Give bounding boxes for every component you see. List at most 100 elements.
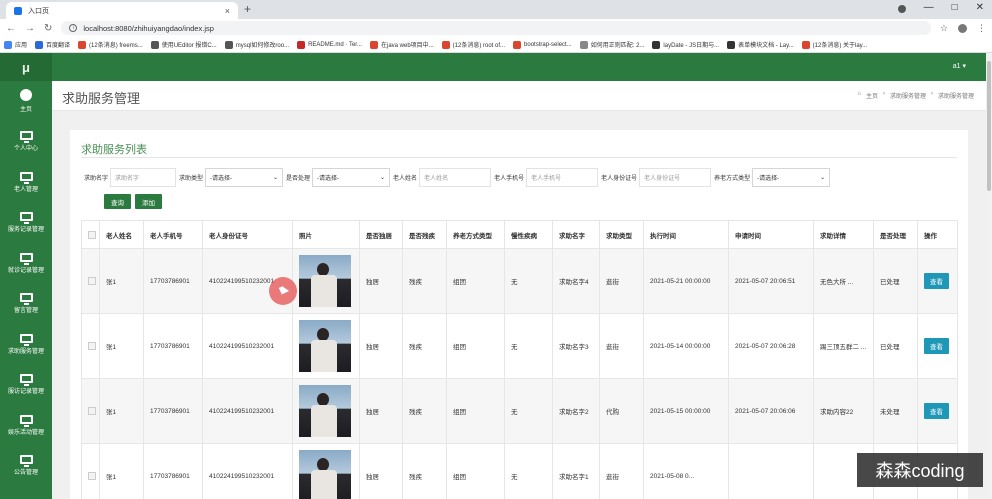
bookmark-item[interactable]: 表单模块文档 - Lay... [727, 40, 794, 49]
bookmark-apps[interactable]: 应用 [4, 40, 27, 49]
care-type-select[interactable]: -请选择- ⌄ [752, 167, 831, 187]
bookmark-item[interactable]: bootstrap-select... [513, 40, 572, 49]
sidebar-item-activities[interactable]: 娱乐活动管理 [0, 405, 52, 446]
tab-close-icon[interactable]: × [225, 6, 230, 16]
url-text: localhost:8080/zhihuiyangdao/index.jsp [83, 23, 214, 33]
breadcrumb-section[interactable]: 求助服务管理 [890, 91, 926, 100]
window-controls: — □ ✕ [897, 2, 984, 13]
monitor-icon [19, 293, 33, 306]
help-type-label: 求助类型 [179, 175, 204, 182]
back-icon[interactable]: ← [6, 23, 16, 34]
elder-name-input[interactable]: 老人姓名 [419, 167, 492, 187]
detail-cell: 无色大所 ... [813, 248, 874, 314]
browser-tab-bar: 入口页 × + — □ ✕ [0, 0, 992, 19]
bookmark-item[interactable]: 在java web项目中... [369, 40, 434, 49]
sidebar-item-home[interactable]: 主页 [0, 81, 52, 122]
row-checkbox[interactable] [88, 342, 96, 350]
page-scrollbar[interactable] [986, 53, 992, 499]
browser-tab[interactable]: 入口页 × [6, 2, 238, 19]
column-header: 求助详情 [813, 220, 874, 249]
user-menu[interactable]: a1 ▾ [953, 62, 966, 70]
action-buttons: 查询 添加 [104, 194, 162, 209]
help-name-input[interactable]: 求助名字 [110, 167, 177, 187]
maximize-icon[interactable]: □ [952, 2, 958, 13]
record-icon[interactable] [897, 5, 906, 13]
table-row: 张1 17703786901 410224199510232001 独居 残疾 … [81, 248, 958, 314]
column-header: 是否独居 [359, 220, 403, 249]
elder-phone-label: 老人手机号 [494, 175, 525, 182]
minimize-icon[interactable]: — [924, 2, 934, 13]
select-all-cell[interactable] [81, 220, 100, 249]
elder-photo [299, 255, 351, 307]
bookmark-star-icon[interactable]: ☆ [940, 23, 948, 34]
chevron-down-icon: ⌄ [820, 174, 826, 181]
bookmark-favicon-icon [579, 40, 588, 49]
disabled-cell: 残疾 [402, 443, 447, 499]
monitor-icon [19, 374, 33, 387]
disabled-cell: 残疾 [402, 313, 447, 379]
elder-id-input[interactable]: 老人身份证号 [639, 167, 712, 187]
bookmark-item[interactable]: README.md · Ter... [297, 40, 362, 49]
bookmark-item[interactable]: layDate - JS日期与... [652, 40, 719, 49]
add-button[interactable]: 添加 [135, 194, 162, 209]
elder-phone-input[interactable]: 老人手机号 [526, 167, 599, 187]
breadcrumb-home[interactable]: 主页 [866, 91, 878, 100]
bookmark-favicon-icon [801, 40, 810, 49]
new-tab-button[interactable]: + [244, 2, 251, 16]
close-window-icon[interactable]: ✕ [976, 2, 984, 13]
bookmark-item[interactable]: 如何用正则匹配: 2... [579, 40, 644, 49]
row-checkbox[interactable] [88, 472, 96, 480]
bookmark-item[interactable]: 百度翻译 [35, 40, 70, 49]
disabled-cell: 残疾 [402, 378, 447, 444]
column-header: 是否处理 [873, 220, 918, 249]
elder-name-cell: 张1 [99, 378, 144, 444]
apply-time-cell [728, 443, 814, 499]
sidebar-item-profile[interactable]: 个人中心 [0, 122, 52, 163]
forward-icon[interactable]: → [25, 23, 35, 34]
processed-label: 是否处理 [286, 175, 311, 182]
bookmark-favicon-icon [297, 40, 306, 49]
sidebar: μ 主页 个人中心 老人管理 服务记录管理 就诊记录管理 留言管理 求助服务管理… [0, 53, 52, 499]
sidebar-item-visit-records[interactable]: 服访记录管理 [0, 365, 52, 406]
bookmark-favicon-icon [369, 40, 378, 49]
apply-time-cell: 2021-05-07 20:06:51 [728, 248, 814, 314]
app-logo[interactable]: μ [0, 53, 52, 81]
url-field[interactable]: i localhost:8080/zhihuiyangdao/index.jsp [61, 21, 931, 35]
select-all-checkbox[interactable] [88, 230, 96, 239]
sidebar-item-service-records[interactable]: 服务记录管理 [0, 203, 52, 244]
sidebar-item-messages[interactable]: 留言管理 [0, 284, 52, 325]
sidebar-item-medical-records[interactable]: 就诊记录管理 [0, 243, 52, 284]
sidebar-item-help-services[interactable]: 求助服务管理 [0, 324, 52, 365]
row-checkbox[interactable] [88, 407, 96, 415]
processed-select[interactable]: -请选择- ⌄ [312, 167, 391, 187]
page-title: 求助服务管理 [62, 91, 141, 106]
home-icon: ⌂ [857, 91, 861, 97]
column-header: 老人姓名 [99, 220, 144, 249]
bookmark-item[interactable]: mysql如何修改roo... [224, 40, 289, 49]
query-button[interactable]: 查询 [104, 194, 131, 209]
bookmark-item[interactable]: (12条消息) 关于lay... [801, 40, 867, 49]
bookmark-item[interactable]: (12条消息) root of... [441, 40, 505, 49]
bookmark-item[interactable]: 使用UEditor 报错C... [150, 40, 217, 49]
profile-icon[interactable] [958, 23, 967, 33]
view-button[interactable]: 查看 [924, 273, 949, 289]
column-header: 是否残疾 [402, 220, 447, 249]
bookmark-favicon-icon [513, 40, 522, 49]
main-content: 求助服务列表 求助名字 求助名字 求助类型 -请选择- ⌄ 是否处理 -请选择- ⌄… [52, 111, 986, 499]
sidebar-item-announcements[interactable]: 公告管理 [0, 446, 52, 487]
reload-icon[interactable]: ↻ [44, 23, 52, 34]
phone-cell: 17703786901 [143, 313, 203, 379]
scrollbar-thumb[interactable] [987, 61, 991, 191]
site-info-icon[interactable]: i [69, 24, 78, 32]
alone-cell: 独居 [359, 313, 403, 379]
view-button[interactable]: 查看 [924, 338, 949, 354]
bookmark-item[interactable]: (12条消息) freems... [78, 40, 143, 49]
menu-icon[interactable]: ⋮ [977, 23, 986, 34]
sidebar-item-elders[interactable]: 老人管理 [0, 162, 52, 203]
processed-cell: 未处理 [873, 378, 918, 444]
apps-icon [4, 40, 12, 49]
help-type-select[interactable]: -请选择- ⌄ [205, 167, 284, 187]
row-checkbox[interactable] [88, 277, 96, 285]
monitor-icon [19, 212, 33, 225]
view-button[interactable]: 查看 [924, 403, 949, 419]
